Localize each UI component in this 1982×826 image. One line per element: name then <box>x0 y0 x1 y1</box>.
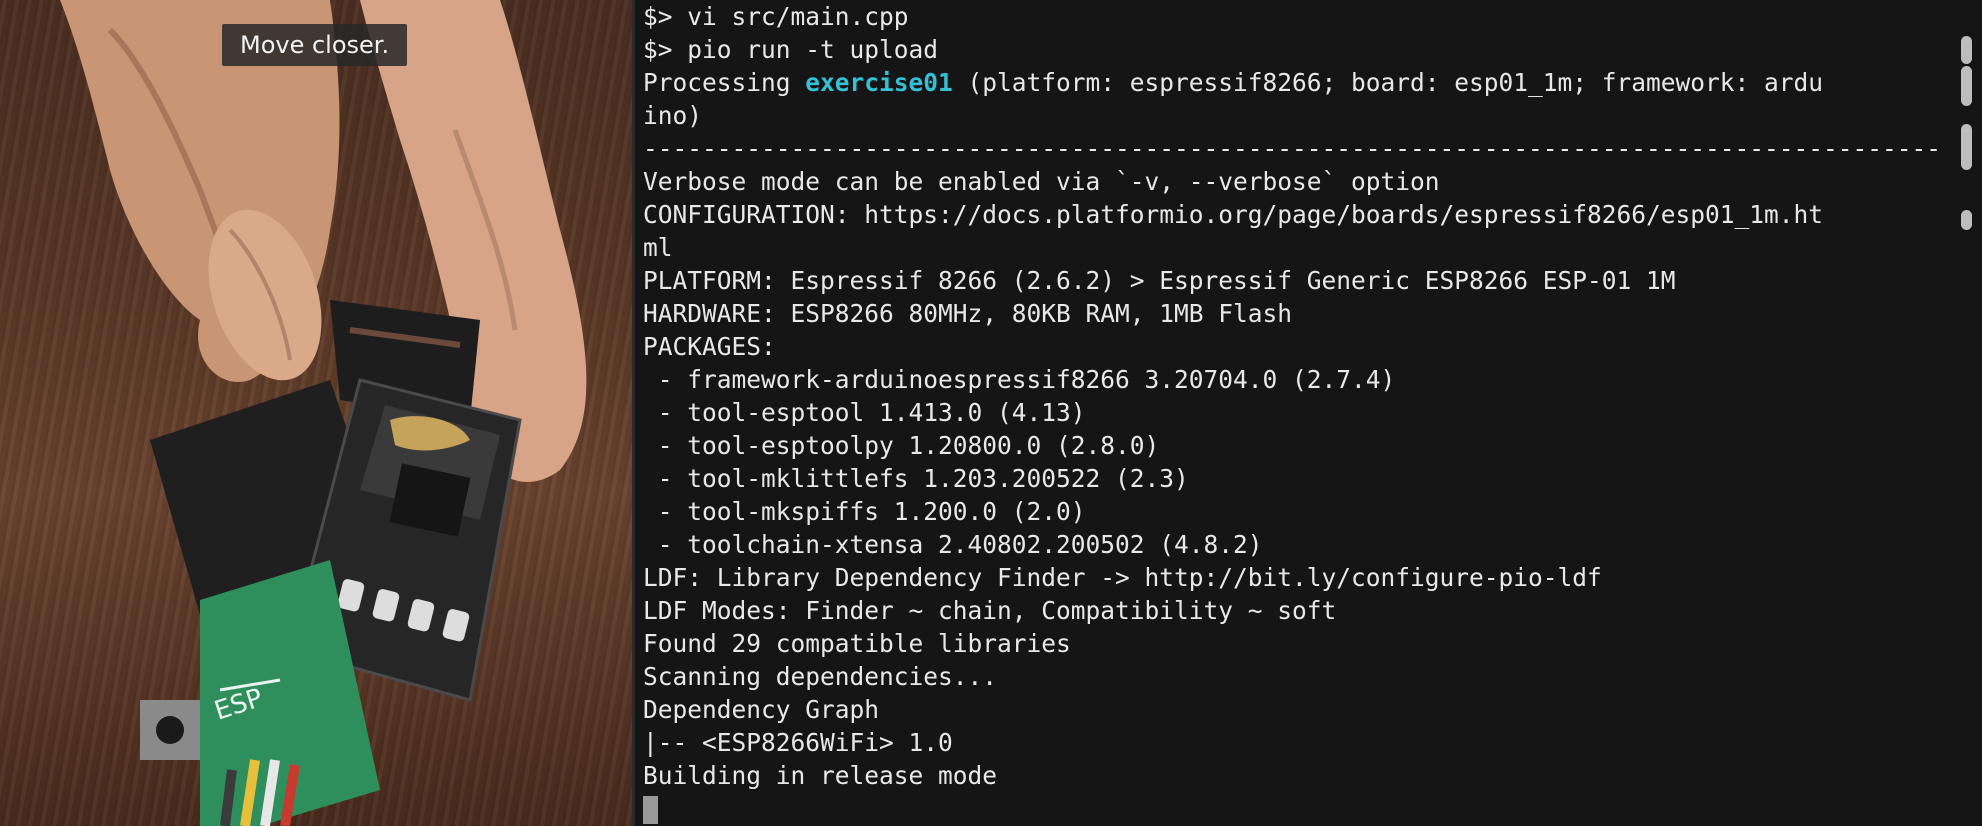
processing-suffix: (platform: espressif8266; board: esp01_1… <box>952 68 1824 97</box>
terminal-output: $> vi src/main.cpp $> pio run -t upload … <box>643 0 1943 825</box>
terminal-line: Scanning dependencies... <box>643 662 998 691</box>
scrollbar-thumb[interactable] <box>1961 66 1972 106</box>
scrollbar-thumb[interactable] <box>1961 36 1972 64</box>
scrollbar-thumb[interactable] <box>1961 210 1972 230</box>
terminal-line: - tool-mklittlefs 1.203.200522 (2.3) <box>643 464 1189 493</box>
screen: ESP Move closer. $> vi src/main.cpp $> p… <box>0 0 1982 826</box>
processing-prefix: Processing <box>643 68 806 97</box>
terminal-line: Verbose mode can be enabled via `-v, --v… <box>643 167 1440 196</box>
terminal-line: $> vi src/main.cpp <box>643 2 909 31</box>
hand-holding-esp01-illustration: ESP <box>60 0 587 826</box>
terminal-line-processing: Processing exercise01 (platform: espress… <box>643 66 1943 99</box>
terminal-line: ml <box>643 233 673 262</box>
terminal-line: CONFIGURATION: https://docs.platformio.o… <box>643 200 1824 229</box>
camera-caption: Move closer. <box>222 24 408 66</box>
terminal-line: |-- <ESP8266WiFi> 1.0 <box>643 728 953 757</box>
terminal-line: - tool-esptoolpy 1.20800.0 (2.8.0) <box>643 431 1160 460</box>
terminal-line: - framework-arduinoespressif8266 3.20704… <box>643 365 1396 394</box>
terminal-window[interactable]: $> vi src/main.cpp $> pio run -t upload … <box>632 0 1982 826</box>
terminal-prompt-line[interactable] <box>643 792 1943 825</box>
terminal-scrollbar[interactable] <box>1956 0 1978 826</box>
terminal-line: - tool-mkspiffs 1.200.0 (2.0) <box>643 497 1086 526</box>
terminal-line: LDF: Library Dependency Finder -> http:/… <box>643 563 1602 592</box>
camera-feed: ESP Move closer. <box>0 0 632 826</box>
terminal-line: LDF Modes: Finder ~ chain, Compatibility… <box>643 596 1337 625</box>
terminal-line: - toolchain-xtensa 2.40802.200502 (4.8.2… <box>643 530 1263 559</box>
terminal-line: $> pio run -t upload <box>643 35 939 64</box>
terminal-separator: ----------------------------------------… <box>643 134 1943 163</box>
terminal-line: ino) <box>643 101 703 130</box>
scrollbar-thumb[interactable] <box>1961 124 1972 170</box>
terminal-line: Building in release mode <box>643 761 998 790</box>
terminal-line: - tool-esptool 1.413.0 (4.13) <box>643 398 1086 427</box>
terminal-line: Dependency Graph <box>643 695 880 724</box>
terminal-line: PACKAGES: <box>643 332 776 361</box>
terminal-cursor[interactable] <box>643 796 658 824</box>
environment-name: exercise01 <box>805 68 953 97</box>
terminal-line: HARDWARE: ESP8266 80MHz, 80KB RAM, 1MB F… <box>643 299 1293 328</box>
terminal-line: PLATFORM: Espressif 8266 (2.6.2) > Espre… <box>643 266 1676 295</box>
terminal-line: Found 29 compatible libraries <box>643 629 1071 658</box>
